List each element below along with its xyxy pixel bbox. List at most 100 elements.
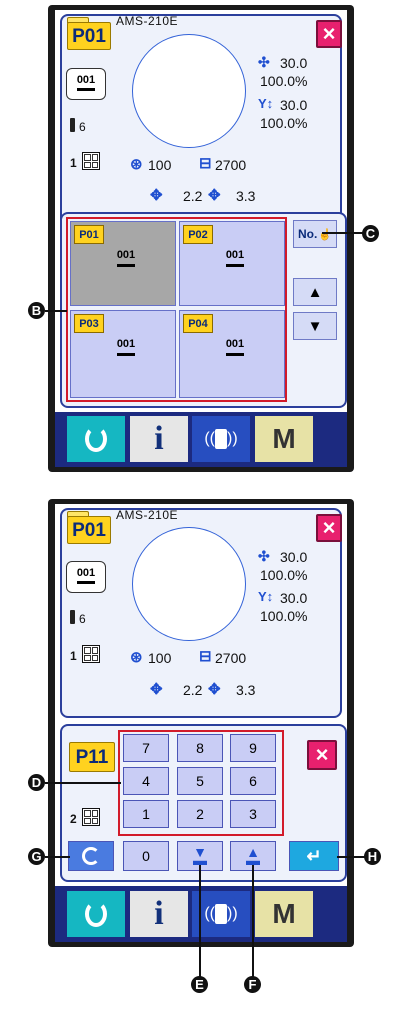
top-pattern-button-1-bar [117, 264, 135, 267]
top-move-y-value: 3.3 [236, 188, 256, 204]
mode-icon: M [272, 898, 296, 929]
bottom-x-value: 30.0 [280, 549, 308, 565]
bottom-move-x-value: 2.2 [183, 682, 203, 698]
top-pattern-button-2[interactable]: P02 001 [179, 221, 285, 306]
top-pattern-button-2-folder: P02 [183, 225, 213, 244]
communication-icon: (()) [204, 904, 238, 924]
info-icon: i [154, 895, 164, 932]
top-counter-value: 2700 [215, 157, 247, 173]
bottom-speed-value: 100 [148, 650, 172, 666]
minus-arrow-icon: ▼ ▬ [193, 843, 207, 868]
top-move-y-icon: ✥ [208, 187, 221, 204]
top-speed-value: 100 [148, 157, 172, 173]
bottom-x-percent: 100.0% [260, 567, 308, 583]
key-5[interactable]: 5 [177, 767, 223, 795]
top-needle-count: 6 [79, 120, 86, 134]
top-model-name: AMS-210E [116, 14, 179, 28]
communication-icon: (()) [204, 429, 238, 449]
bottom-close-button[interactable]: × [316, 514, 342, 542]
top-number-button[interactable]: No. ☝ [293, 220, 337, 248]
bottom-combo-number-2: 2 [70, 812, 77, 826]
bottom-x-scale-icon: ✣ [258, 548, 270, 564]
top-pattern-button-4-folder: P04 [183, 314, 213, 333]
top-pattern-button-1[interactable]: P01 001 [70, 221, 176, 306]
top-pattern-number: P01 [72, 25, 106, 47]
bottom-reset-button[interactable] [67, 891, 125, 937]
enter-button[interactable]: ↵ [289, 841, 339, 871]
mode-icon: M [272, 423, 296, 454]
bottom-pattern-folder[interactable]: P01 [67, 516, 111, 544]
top-scroll-up-button[interactable]: ▲ [293, 278, 337, 306]
top-y-value: 30.0 [280, 97, 308, 113]
key-3[interactable]: 3 [230, 800, 276, 828]
bottom-combination-icon [82, 645, 100, 663]
callout-c-line [322, 232, 366, 234]
top-combination-icon [82, 152, 100, 170]
bottom-combo-number: 1 [70, 649, 77, 663]
top-pattern-preview [132, 34, 246, 148]
reverse-search-button[interactable] [68, 841, 114, 871]
bottom-move-y-value: 3.3 [236, 682, 256, 698]
top-info-button[interactable]: i [130, 416, 188, 462]
top-mode-button[interactable]: M [255, 416, 313, 462]
bottom-combination-icon-2 [82, 808, 100, 826]
top-pattern-button-1-sub: 001 [116, 249, 136, 261]
top-pattern-button-3[interactable]: P03 001 [70, 310, 176, 398]
bottom-y-percent: 100.0% [260, 608, 308, 624]
bottom-needle-icon [70, 610, 75, 624]
bottom-mode-button[interactable]: M [255, 891, 313, 937]
plus-arrow-icon: ▲ ▬ [246, 843, 260, 868]
top-y-percent: 100.0% [260, 115, 308, 131]
bottom-pattern-preview [132, 527, 246, 641]
bottom-entry-pattern-number: P11 [75, 746, 109, 768]
top-pattern-button-1-folder: P01 [74, 225, 104, 244]
top-pattern-button-4-bar [226, 353, 244, 356]
key-4[interactable]: 4 [123, 767, 169, 795]
bottom-info-button[interactable]: i [130, 891, 188, 937]
bottom-entry-pattern-folder[interactable]: P11 [69, 742, 115, 772]
reset-icon [85, 901, 107, 927]
callout-d-marker: D [28, 774, 45, 791]
bottom-needle-count: 6 [79, 612, 86, 626]
keypad-close-button[interactable]: × [307, 740, 337, 770]
callout-b-line [45, 310, 67, 312]
top-needle-icon [70, 118, 75, 132]
callout-h-line [337, 856, 367, 858]
top-pattern-button-4-sub: 001 [225, 338, 245, 350]
callout-e-line [199, 865, 201, 977]
key-0[interactable]: 0 [123, 841, 169, 871]
top-pattern-button-3-sub: 001 [116, 338, 136, 350]
info-icon: i [154, 420, 164, 457]
callout-b-marker: B [28, 302, 45, 319]
bottom-sub-pattern-bar [77, 581, 95, 584]
top-pattern-button-3-bar [117, 353, 135, 356]
top-x-value: 30.0 [280, 55, 308, 71]
bottom-move-y-icon: ✥ [208, 681, 221, 698]
key-8[interactable]: 8 [177, 734, 223, 762]
top-sub-pattern-number: 001 [76, 74, 96, 86]
key-6[interactable]: 6 [230, 767, 276, 795]
hand-icon: ☝ [318, 228, 333, 241]
key-9[interactable]: 9 [230, 734, 276, 762]
key-2[interactable]: 2 [177, 800, 223, 828]
top-close-button[interactable]: × [316, 20, 342, 48]
top-pattern-button-4[interactable]: P04 001 [179, 310, 285, 398]
callout-c-marker: C [362, 225, 379, 242]
top-communication-button[interactable]: (()) [192, 416, 250, 462]
callout-h-marker: H [364, 848, 381, 865]
bottom-pattern-number: P01 [72, 519, 106, 541]
bottom-counter-value: 2700 [215, 650, 247, 666]
top-x-percent: 100.0% [260, 73, 308, 89]
top-speed-icon: ⊛ [130, 156, 143, 173]
key-7[interactable]: 7 [123, 734, 169, 762]
refresh-icon [82, 847, 100, 865]
bottom-speed-icon: ⊛ [130, 649, 143, 666]
callout-f-line [252, 865, 254, 977]
top-scroll-down-button[interactable]: ▼ [293, 312, 337, 340]
top-y-scale-icon: Y↕ [258, 96, 274, 111]
top-pattern-folder[interactable]: P01 [67, 22, 111, 50]
top-x-scale-icon: ✣ [258, 54, 270, 70]
top-move-x-value: 2.2 [183, 188, 203, 204]
key-1[interactable]: 1 [123, 800, 169, 828]
top-reset-button[interactable] [67, 416, 125, 462]
